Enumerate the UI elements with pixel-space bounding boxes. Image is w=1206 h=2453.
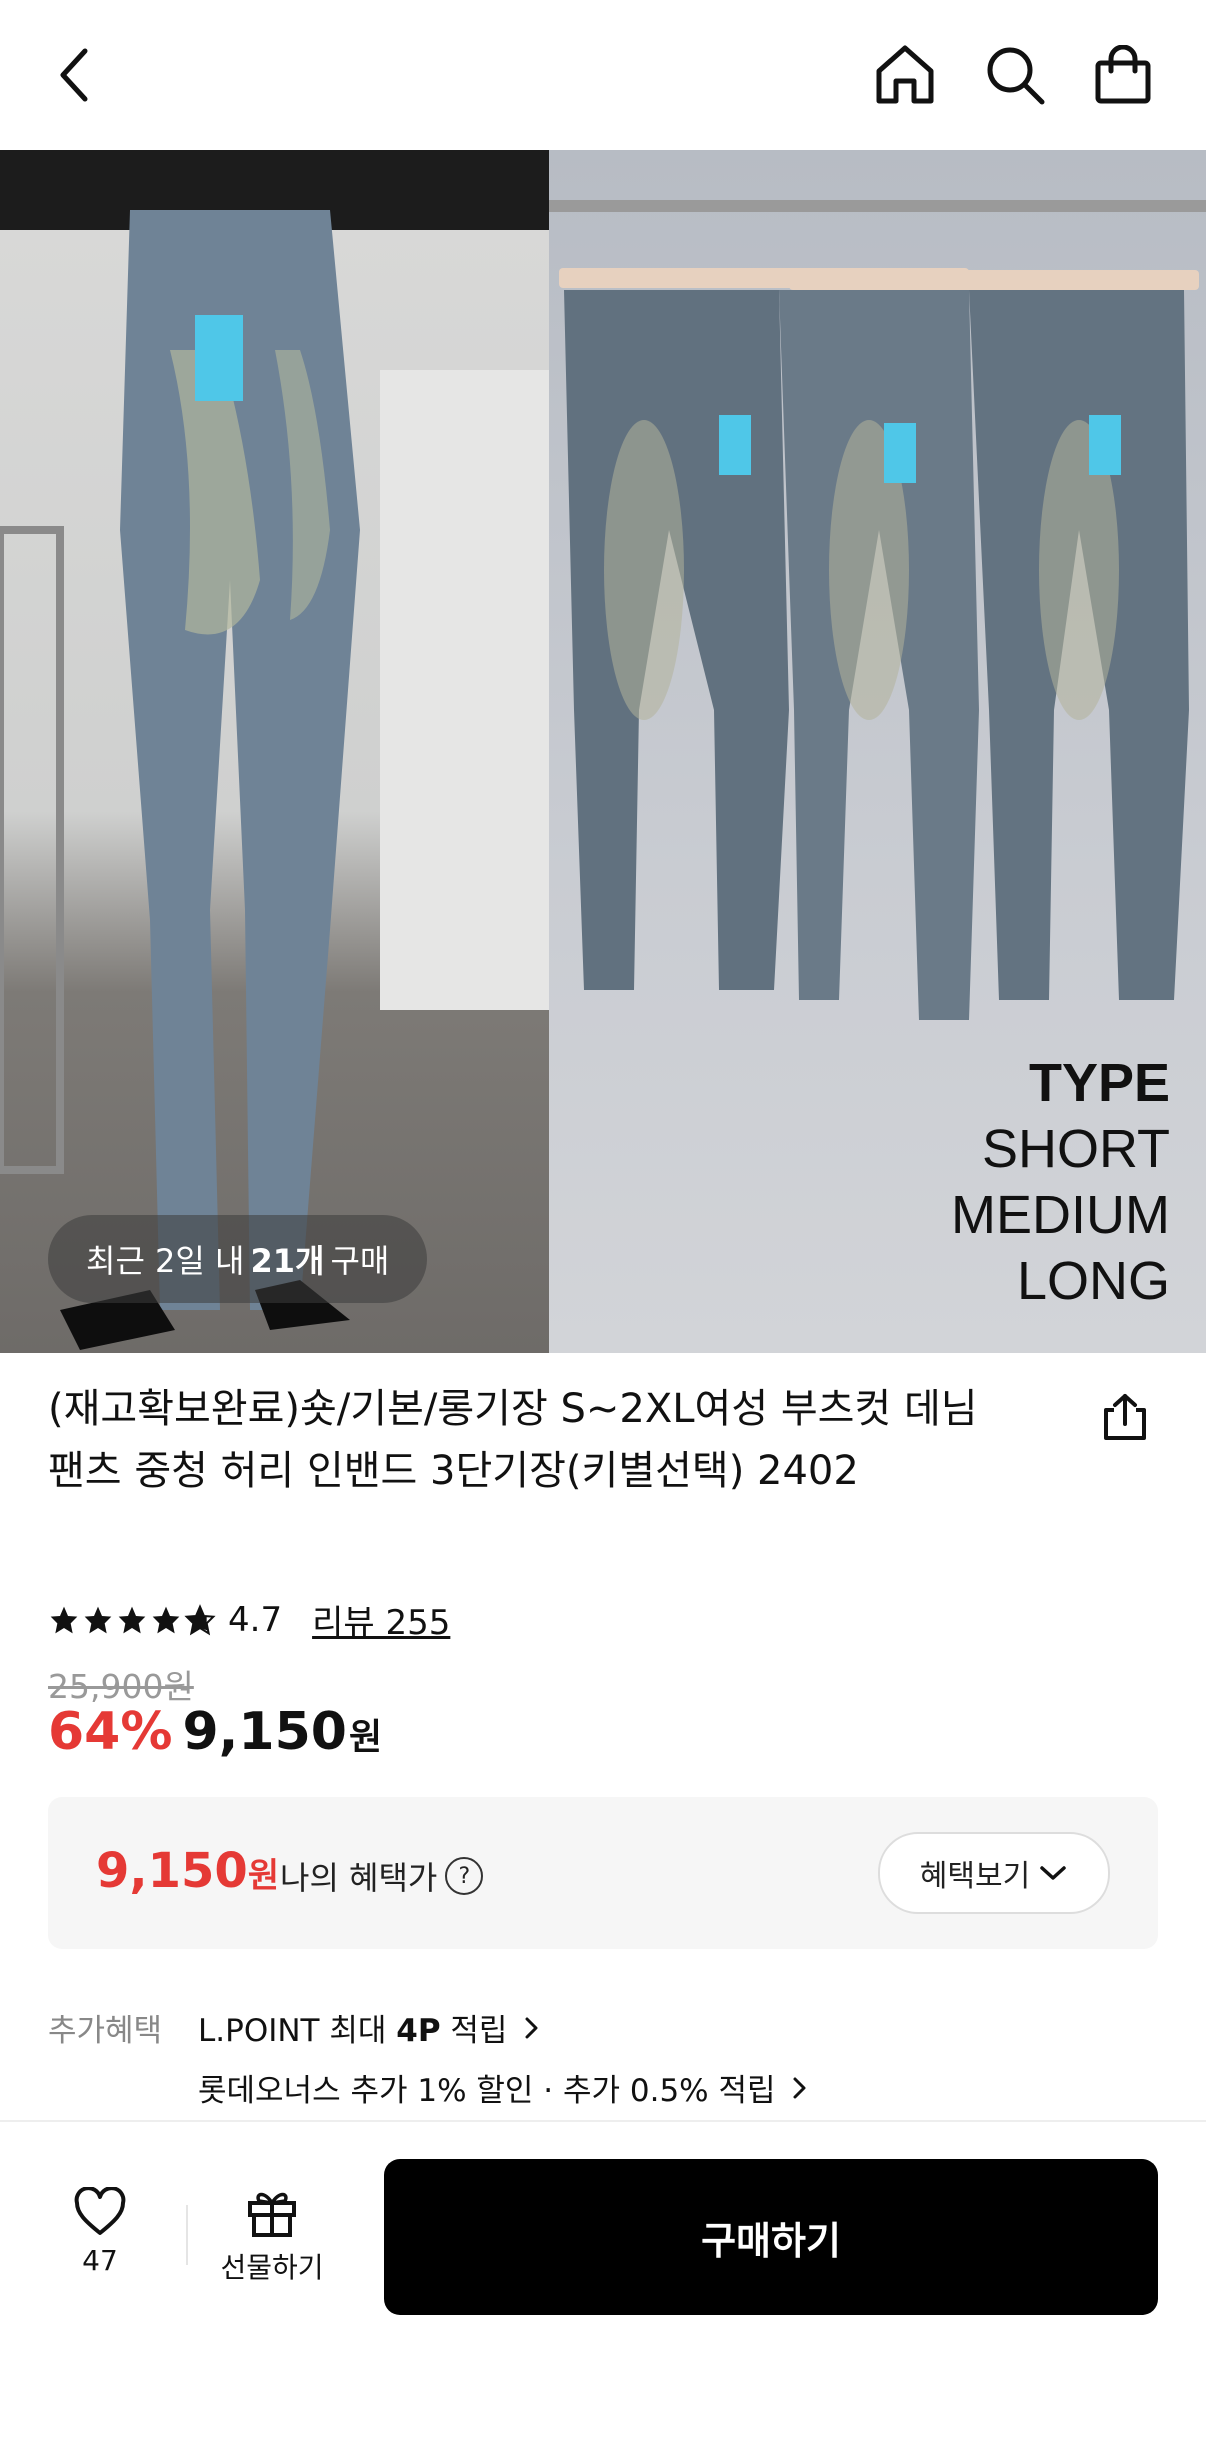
- heart-icon: [74, 2186, 126, 2235]
- lotte-owners-text: 롯데오너스 추가 1% 할인 · 추가 0.5% 적립: [198, 2073, 776, 2109]
- type-options-overlay: TYPE SHORT MEDIUM LONG: [951, 1050, 1170, 1314]
- discount-rate: 64%: [48, 1702, 173, 1762]
- benefit-label: 나의 혜택가 ?: [280, 1853, 484, 1899]
- lotte-owners-benefit-link[interactable]: 롯데오너스 추가 1% 할인 · 추가 0.5% 적립: [198, 2065, 809, 2110]
- type-option-long: LONG: [1016, 1251, 1170, 1311]
- type-title: TYPE: [1028, 1053, 1170, 1113]
- chevron-down-icon: [1040, 1866, 1066, 1880]
- home-icon: [876, 45, 934, 104]
- buy-button[interactable]: 구매하기: [384, 2159, 1158, 2315]
- rating-row: 4.7 리뷰 255: [48, 1595, 450, 1644]
- buy-label: 구매하기: [701, 2218, 841, 2263]
- view-benefits-label: 혜택보기: [919, 1859, 1031, 1894]
- gift-label: 선물하기: [220, 2251, 324, 2284]
- search-icon: [987, 47, 1045, 105]
- star-icon: [84, 1606, 112, 1633]
- like-button[interactable]: 47: [60, 2186, 140, 2277]
- benefit-price-currency: 원: [247, 1856, 280, 1896]
- benefit-price-box: 9,150원 나의 혜택가 ? 혜택보기: [48, 1797, 1158, 1949]
- model-photo: 최근 2일 내 21개 구매: [0, 150, 549, 1353]
- lpoint-amount: 4P: [396, 2013, 441, 2049]
- chevron-right-icon: [793, 2077, 806, 2099]
- price-row: 64% 9,150 원: [48, 1702, 382, 1762]
- chevron-right-icon: [525, 2017, 538, 2039]
- gift-icon: [248, 2192, 296, 2237]
- back-button[interactable]: [40, 35, 110, 115]
- lpoint-suffix: 적립: [450, 2013, 508, 2049]
- type-option-medium: MEDIUM: [951, 1185, 1170, 1245]
- view-benefits-button[interactable]: 혜택보기: [878, 1832, 1110, 1914]
- lpoint-prefix: L.POINT 최대: [198, 2013, 387, 2049]
- star-icon: [152, 1606, 180, 1633]
- rating-value: 4.7: [228, 1599, 283, 1640]
- search-button[interactable]: [980, 35, 1050, 115]
- gift-button[interactable]: 선물하기: [212, 2187, 332, 2286]
- bottom-action-bar: 47 선물하기 구매하기: [0, 2122, 1206, 2453]
- help-icon[interactable]: ?: [445, 1857, 484, 1895]
- sale-price: 9,150: [182, 1702, 347, 1762]
- benefit-label-text: 나의 혜택가: [280, 1859, 438, 1897]
- type-option-short: SHORT: [981, 1119, 1170, 1179]
- star-icon: [118, 1606, 146, 1633]
- chevron-left-icon: [60, 48, 88, 102]
- recent-purchase-badge: 최근 2일 내 21개 구매: [48, 1215, 428, 1303]
- cart-button[interactable]: [1088, 35, 1158, 115]
- lpoint-benefit-link[interactable]: L.POINT 최대 4P 적립: [198, 2005, 541, 2050]
- recent-prefix: 최근 2일 내: [86, 1242, 245, 1280]
- shopping-bag-icon: [1095, 45, 1151, 104]
- recent-suffix: 구매: [330, 1242, 390, 1280]
- product-image-carousel[interactable]: 최근 2일 내 21개 구매 TYPE SHORT MEDIUM LONG: [0, 150, 1206, 1353]
- benefit-price-value: 9,150: [96, 1843, 248, 1899]
- recent-count: 21개: [250, 1242, 325, 1280]
- share-icon: [1104, 1394, 1146, 1440]
- share-button[interactable]: [1100, 1392, 1150, 1448]
- home-button[interactable]: [870, 35, 940, 115]
- top-bar: [0, 0, 1206, 150]
- product-title: (재고확보완료)숏/기본/롱기장 S~2XL여성 부츠컷 데님 팬츠 중청 허리…: [48, 1386, 978, 1494]
- hanging-jeans-photo: TYPE SHORT MEDIUM LONG: [549, 150, 1206, 1353]
- original-price: 25,900원: [48, 1667, 194, 1706]
- sale-price-currency: 원: [348, 1717, 383, 1758]
- separator: [186, 2205, 188, 2265]
- half-star-icon: [184, 1603, 216, 1635]
- star-rating: [48, 1603, 216, 1636]
- extra-benefits-label: 추가혜택: [48, 2013, 163, 2049]
- star-icon: [50, 1606, 78, 1633]
- like-count: 47: [82, 2244, 118, 2277]
- benefit-price: 9,150원: [96, 1843, 279, 1899]
- review-link[interactable]: 리뷰 255: [312, 1595, 450, 1644]
